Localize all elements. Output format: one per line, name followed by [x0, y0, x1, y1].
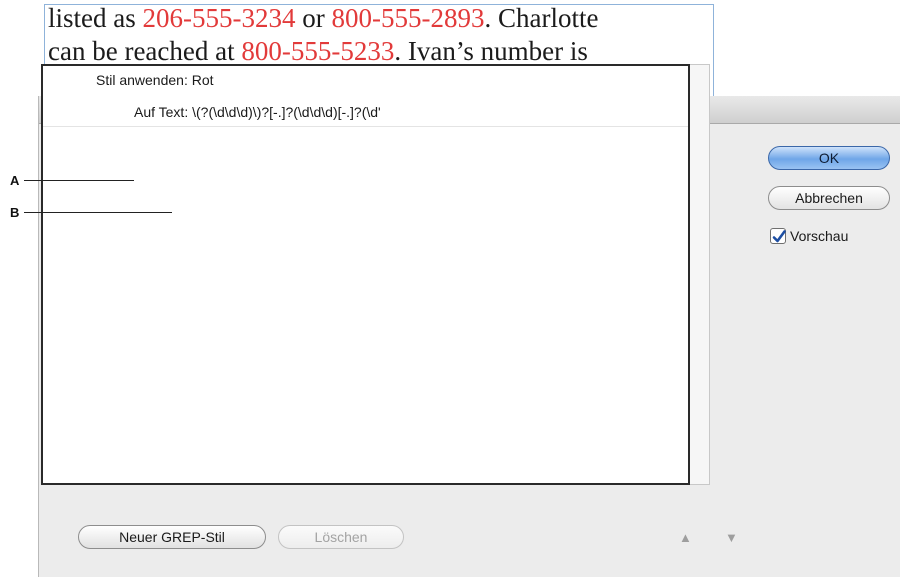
to-text-label: Auf Text: [134, 104, 189, 120]
new-grep-style-button[interactable]: Neuer GREP-Stil [78, 525, 266, 549]
apply-style-label: Stil anwenden: [96, 72, 188, 88]
list-scrollbar[interactable] [690, 64, 710, 485]
phone-number-2: 800-555-2893 [331, 3, 485, 33]
phone-number-3: 800-555-5233 [241, 36, 395, 66]
preview-label[interactable]: Vorschau [790, 228, 848, 244]
checkmark-icon [772, 230, 786, 243]
apply-style-value[interactable]: Rot [192, 72, 214, 88]
callout-a: A [10, 173, 20, 188]
apply-style-row[interactable]: Stil anwenden: Rot [96, 72, 214, 88]
phone-number-1: 206-555-3234 [142, 3, 296, 33]
callout-a-line [24, 180, 134, 181]
grep-style-list[interactable] [41, 64, 690, 485]
delete-button[interactable]: Löschen [278, 525, 404, 549]
row-divider [43, 126, 688, 127]
to-text-expression[interactable]: \(?(\d\d\d)\)?[-.]?(\d\d\d)[-.]?(\d' [192, 104, 381, 120]
ok-button[interactable]: OK [768, 146, 890, 170]
document-line-1: listed as 206-555-3234 or 800-555-2893. … [48, 3, 599, 33]
cancel-button[interactable]: Abbrechen [768, 186, 890, 210]
move-up-arrow-icon[interactable]: ▲ [679, 530, 692, 545]
to-text-row[interactable]: Auf Text: \(?(\d\d\d)\)?[-.]?(\d\d\d)[-.… [134, 104, 381, 120]
move-down-arrow-icon[interactable]: ▼ [725, 530, 738, 545]
callout-b: B [10, 205, 20, 220]
preview-checkbox[interactable] [770, 228, 786, 244]
callout-b-line [24, 212, 172, 213]
